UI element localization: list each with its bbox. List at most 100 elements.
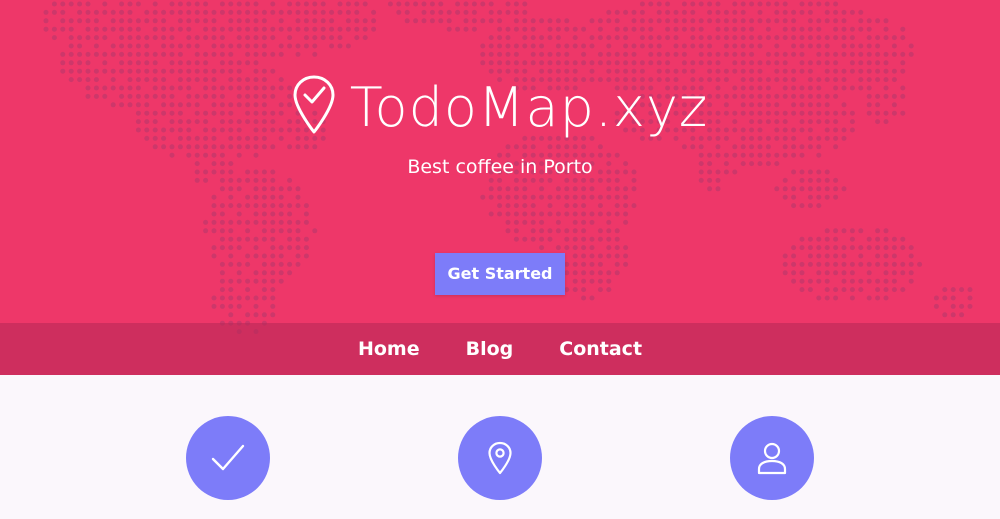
map-dot [497,9,503,15]
map-dot [639,26,645,32]
map-dot [60,18,66,24]
map-dot [194,35,200,41]
map-dot [875,35,881,41]
map-dot [715,18,721,24]
map-dot [127,26,133,32]
map-dot [85,9,91,15]
map-dot [791,186,797,192]
map-dot [807,194,813,200]
map-dot [429,9,435,15]
map-dot [261,312,267,318]
map-dot [597,18,603,24]
map-dot [236,9,242,15]
map-dot [135,18,141,24]
feature-check [186,416,270,500]
map-dot [194,18,200,24]
map-dot [253,253,259,259]
nav-blog[interactable]: Blog [466,323,514,375]
map-dot [791,51,797,57]
map-dot [421,18,427,24]
map-dot [841,270,847,276]
map-dot [749,26,755,32]
map-dot [782,194,788,200]
map-dot [866,261,872,267]
map-dot [539,219,545,225]
map-dot [547,236,553,242]
map-dot [597,261,603,267]
map-dot [841,9,847,15]
map-dot [648,18,654,24]
user-icon [757,442,787,475]
map-dot [60,1,66,7]
map-dot [169,9,175,15]
map-dot [85,35,91,41]
map-dot [841,186,847,192]
map-dot [875,278,881,284]
map-dot [791,26,797,32]
map-dot [497,211,503,217]
map-dot [471,1,477,7]
map-dot [891,43,897,49]
map-dot [253,60,259,66]
map-dot [228,253,234,259]
map-dot [245,51,251,57]
map-dot [530,236,536,242]
map-dot [824,194,830,200]
map-dot [749,43,755,49]
nav-home[interactable]: Home [358,323,420,375]
checkmark-icon [211,444,245,471]
map-dot [219,228,225,234]
map-dot [883,26,889,32]
map-dot [329,43,335,49]
map-dot [270,203,276,209]
map-dot [841,261,847,267]
map-dot [488,211,494,217]
map-dot [261,51,267,57]
map-dot [119,43,125,49]
map-dot [497,186,503,192]
map-dot [740,1,746,7]
map-dot [144,43,150,49]
map-dot [875,236,881,242]
map-dot [875,287,881,293]
map-dot [606,211,612,217]
map-dot [765,144,771,150]
map-dot [749,18,755,24]
map-dot [236,270,242,276]
map-dot [883,295,889,301]
map-dot [522,186,528,192]
map-dot [261,253,267,259]
map-dot [522,211,528,217]
map-dot [883,236,889,242]
nav-contact[interactable]: Contact [559,323,642,375]
map-dot [908,261,914,267]
map-dot [203,51,209,57]
map-dot [194,9,200,15]
map-dot [807,278,813,284]
map-dot [589,253,595,259]
map-dot [555,144,561,150]
map-dot [505,51,511,57]
map-dot [816,253,822,259]
get-started-button[interactable]: Get Started [435,253,565,295]
map-dot [253,18,259,24]
map-dot [564,43,570,49]
map-dot [631,9,637,15]
map-dot [623,203,629,209]
map-dot [530,43,536,49]
map-dot [539,51,545,57]
map-dot [572,211,578,217]
map-dot [732,43,738,49]
map-dot [623,211,629,217]
map-dot [791,35,797,41]
map-dot [245,60,251,66]
map-dot [698,43,704,49]
map-dot [497,43,503,49]
map-dot [782,1,788,7]
map-dot [883,51,889,57]
map-dot [177,43,183,49]
map-dot [833,228,839,234]
map-dot [152,26,158,32]
map-dot [270,144,276,150]
map-dot [555,194,561,200]
